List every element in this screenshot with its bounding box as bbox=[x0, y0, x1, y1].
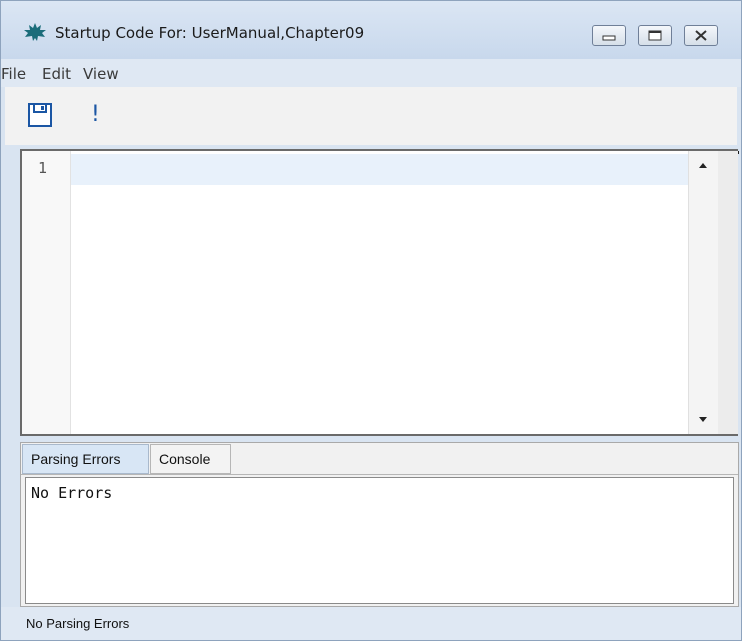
tab-parsing-errors-label: Parsing Errors bbox=[31, 451, 121, 467]
scroll-up-arrow-icon[interactable] bbox=[699, 163, 707, 168]
toolbar: ! bbox=[5, 87, 737, 145]
menu-bar: File Edit View bbox=[1, 59, 741, 87]
status-text: No Parsing Errors bbox=[26, 616, 130, 631]
maple-leaf-icon bbox=[24, 23, 46, 41]
save-icon[interactable] bbox=[27, 102, 53, 128]
current-line-highlight[interactable] bbox=[71, 154, 688, 185]
maximize-button[interactable] bbox=[638, 25, 672, 46]
startup-code-window: Startup Code For: UserManual,Chapter09 F… bbox=[0, 0, 742, 641]
parsing-errors-output[interactable]: No Errors bbox=[25, 477, 734, 604]
exclamation-icon[interactable]: ! bbox=[91, 100, 107, 130]
line-number: 1 bbox=[38, 159, 48, 177]
scroll-down-arrow-icon[interactable] bbox=[699, 417, 707, 422]
tab-console-label: Console bbox=[159, 451, 211, 467]
vertical-scrollbar[interactable] bbox=[688, 151, 719, 434]
menu-edit[interactable]: Edit bbox=[42, 65, 71, 83]
maximize-icon bbox=[648, 30, 662, 41]
menu-view[interactable]: View bbox=[83, 65, 119, 83]
menu-file[interactable]: File bbox=[1, 65, 26, 83]
title-bar[interactable]: Startup Code For: UserManual,Chapter09 bbox=[1, 1, 741, 59]
minimize-button[interactable] bbox=[592, 25, 626, 46]
tab-console[interactable]: Console bbox=[150, 444, 231, 474]
bottom-panel: Parsing Errors Console No Errors bbox=[20, 442, 739, 607]
minimize-icon bbox=[602, 35, 616, 41]
window-title: Startup Code For: UserManual,Chapter09 bbox=[55, 24, 365, 42]
close-button[interactable] bbox=[684, 25, 718, 46]
errors-text: No Errors bbox=[31, 484, 113, 502]
tab-divider bbox=[21, 474, 738, 475]
tab-parsing-errors[interactable]: Parsing Errors bbox=[22, 444, 149, 474]
line-number-gutter: 1 bbox=[22, 151, 71, 434]
editor-right-margin bbox=[718, 151, 738, 434]
code-editor[interactable]: 1 bbox=[20, 149, 739, 436]
status-bar: No Parsing Errors bbox=[1, 607, 741, 640]
close-icon bbox=[695, 30, 707, 41]
